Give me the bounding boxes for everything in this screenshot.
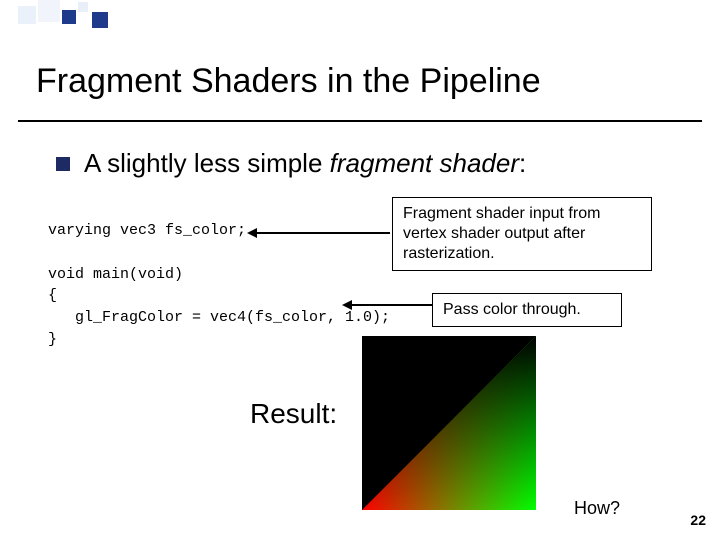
code-block: varying vec3 fs_color; void main(void) {… bbox=[48, 220, 390, 351]
bullet-text-suffix: : bbox=[519, 148, 526, 178]
title-rule bbox=[18, 120, 702, 122]
bullet-line: A slightly less simple fragment shader: bbox=[56, 148, 526, 179]
arrow-to-assignment bbox=[350, 304, 432, 306]
bullet-text: A slightly less simple fragment shader: bbox=[84, 148, 526, 179]
arrow-to-varying bbox=[255, 232, 390, 234]
slide: Fragment Shaders in the Pipeline A sligh… bbox=[0, 0, 720, 540]
result-label: Result: bbox=[250, 398, 337, 430]
page-number: 22 bbox=[690, 512, 706, 528]
how-label: How? bbox=[574, 498, 620, 519]
template-decoration bbox=[18, 0, 178, 24]
page-title: Fragment Shaders in the Pipeline bbox=[36, 62, 541, 101]
bullet-text-emph: fragment shader bbox=[330, 148, 519, 178]
callout-pass-through: Pass color through. bbox=[432, 293, 622, 327]
bullet-icon bbox=[56, 157, 70, 171]
callout-fragment-input: Fragment shader input from vertex shader… bbox=[392, 197, 652, 271]
bullet-text-prefix: A slightly less simple bbox=[84, 148, 330, 178]
result-image bbox=[362, 336, 536, 510]
